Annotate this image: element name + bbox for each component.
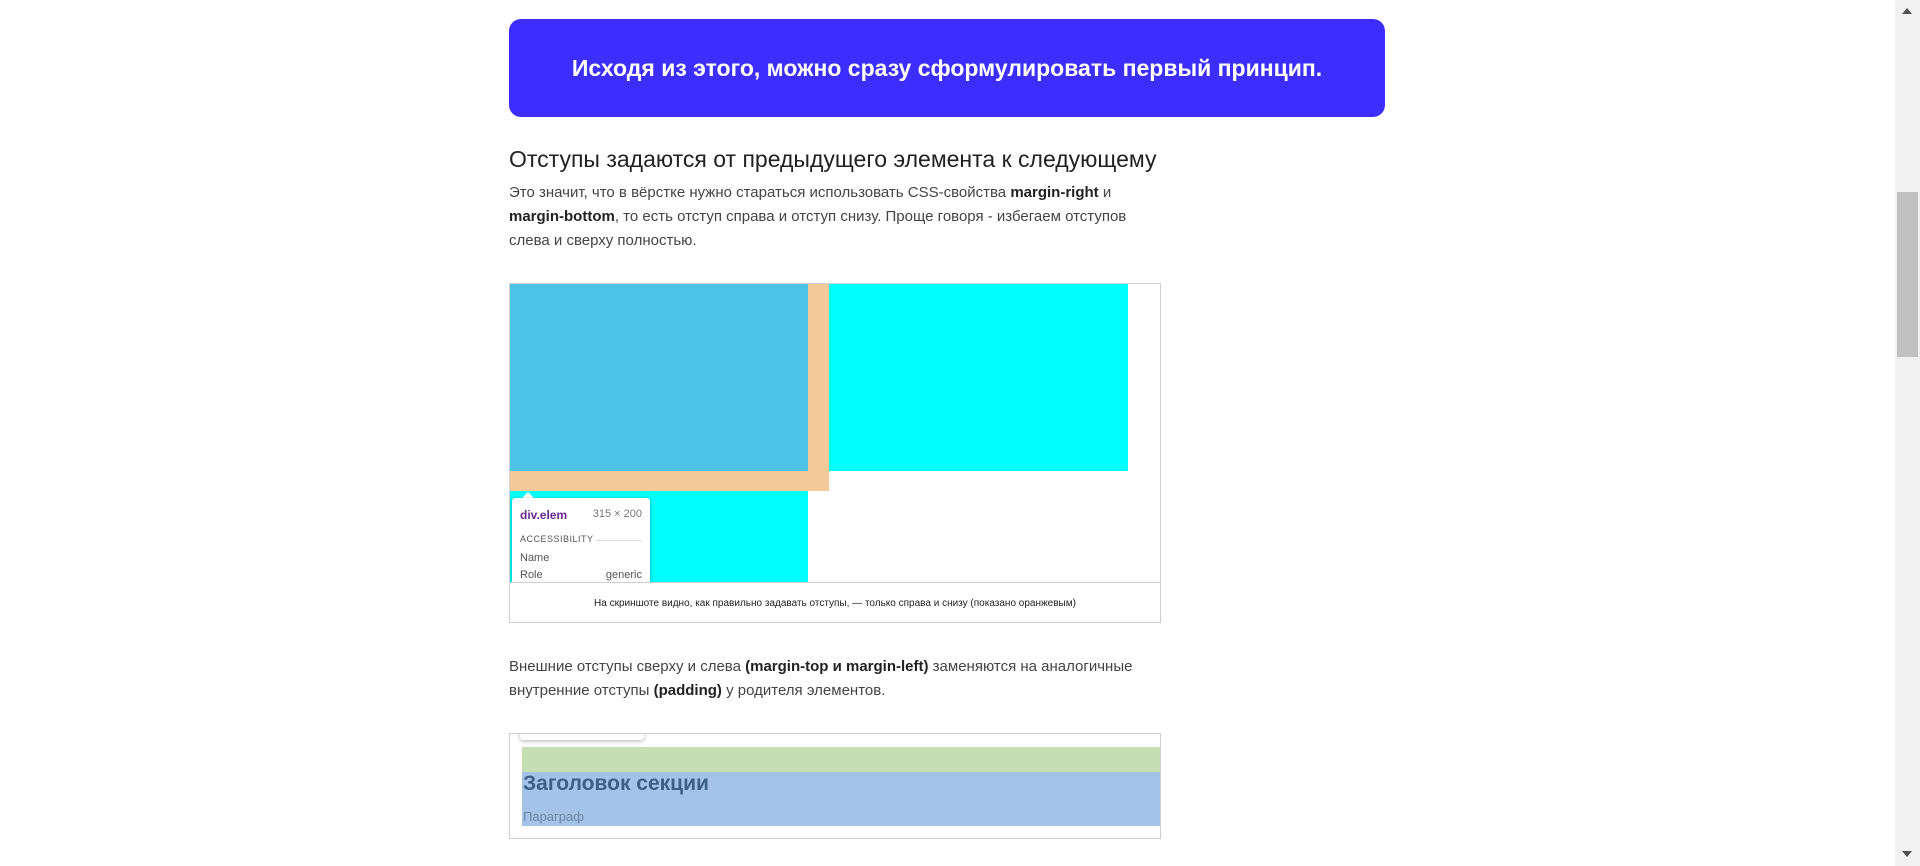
- sibling-element-block: [829, 284, 1128, 471]
- tooltip-role-label: Role: [520, 569, 543, 581]
- scroll-up-arrow-icon[interactable]: [1902, 8, 1912, 14]
- tooltip-name-label: Name: [520, 552, 550, 564]
- paragraph-text: Это значит, что в вёрстке нужно старатьс…: [509, 184, 1011, 201]
- devtools-tooltip: [520, 734, 644, 740]
- margin-right-highlight: [808, 284, 829, 491]
- scrollbar-thumb[interactable]: [1897, 192, 1918, 357]
- code-term-margin-bottom: margin-bottom: [509, 208, 615, 225]
- caption-text: На скриншоте видно, как правильно задава…: [594, 597, 1076, 609]
- example-paragraph-label: Параграф: [523, 809, 584, 824]
- figure-caption: На скриншоте видно, как правильно задава…: [510, 582, 1160, 622]
- scroll-down-arrow-icon[interactable]: [1902, 851, 1912, 857]
- paragraph-text: Внешние отступы сверху и слева: [509, 658, 746, 675]
- paragraph-margins: Это значит, что в вёрстке нужно старатьс…: [509, 181, 1169, 253]
- code-term-margin-top-left: (margin-top и margin-left): [745, 658, 929, 675]
- tooltip-role-value: generic: [605, 569, 642, 581]
- tooltip-divider: [596, 540, 642, 541]
- tooltip-selector: div.elem: [520, 508, 568, 522]
- tooltip-section-label: ACCESSIBILITY: [520, 534, 594, 544]
- paragraph-text: и: [1098, 184, 1112, 201]
- banner-text: Исходя из этого, можно сразу сформулиров…: [571, 54, 1323, 81]
- selected-element-block: [510, 284, 808, 471]
- page-scrollbar[interactable]: [1895, 0, 1920, 866]
- paragraph-text: у родителя элементов.: [721, 682, 886, 699]
- paragraph-padding: Внешние отступы сверху и слева (margin-t…: [509, 655, 1169, 703]
- margin-bottom-highlight: [510, 471, 808, 491]
- section-heading: Отступы задаются от предыдущего элемента…: [509, 146, 1157, 172]
- code-term-margin-right: margin-right: [1010, 184, 1099, 201]
- code-term-padding: (padding): [653, 682, 722, 699]
- tooltip-dimensions: 315 × 200: [592, 508, 642, 520]
- padding-highlight: [522, 747, 1160, 772]
- principle-banner: Исходя из этого, можно сразу сформулиров…: [509, 19, 1385, 117]
- devtools-tooltip: div.elem 315 × 200 ACCESSIBILITY Name Ro…: [512, 498, 650, 588]
- example-section-title: Заголовок секции: [523, 772, 709, 795]
- figure-padding-example: Заголовок секции Параграф: [509, 733, 1161, 839]
- figure-margins-example: div.elem 315 × 200 ACCESSIBILITY Name Ro…: [509, 283, 1161, 623]
